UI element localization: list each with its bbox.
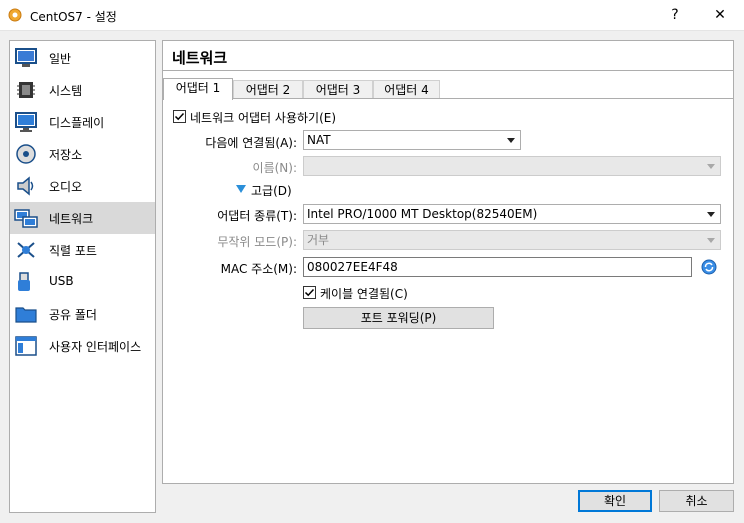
cancel-button[interactable]: 취소 bbox=[659, 490, 734, 512]
sidebar-item-audio[interactable]: 오디오 bbox=[10, 170, 155, 202]
sidebar-item-label: 공유 폴더 bbox=[49, 308, 97, 322]
attached-to-value: NAT bbox=[307, 133, 331, 147]
chevron-down-icon bbox=[707, 164, 715, 169]
window-title: CentOS7 - 설정 bbox=[30, 10, 117, 24]
shared-folder-icon bbox=[15, 307, 37, 323]
chevron-down-icon bbox=[507, 138, 515, 143]
check-icon bbox=[174, 112, 185, 121]
sidebar-item-general[interactable]: 일반 bbox=[10, 42, 155, 74]
name-label: 이름(N): bbox=[252, 161, 297, 175]
sidebar-item-system[interactable]: 시스템 bbox=[10, 74, 155, 106]
sidebar-item-label: USB bbox=[49, 274, 74, 288]
expand-triangle-icon[interactable] bbox=[236, 185, 246, 193]
page-title: 네트워크 bbox=[172, 49, 228, 67]
sidebar-item-usb[interactable]: USB bbox=[10, 266, 155, 298]
promiscuous-mode-value: 거부 bbox=[307, 233, 330, 247]
port-forwarding-button[interactable]: 포트 포워딩(P) bbox=[303, 307, 494, 329]
promiscuous-mode-select[interactable]: 거부 bbox=[303, 230, 721, 250]
sidebar-item-label: 일반 bbox=[49, 52, 72, 66]
adapter-type-value: Intel PRO/1000 MT Desktop(82540EM) bbox=[307, 207, 538, 221]
check-icon bbox=[304, 288, 315, 297]
sidebar-item-label: 시스템 bbox=[49, 84, 83, 98]
network-icon bbox=[14, 209, 38, 228]
enable-adapter-checkbox[interactable] bbox=[173, 110, 186, 123]
system-icon bbox=[17, 82, 35, 98]
tab-adapter-1[interactable]: 어댑터 1 bbox=[163, 78, 233, 100]
close-button[interactable]: ✕ bbox=[705, 4, 735, 26]
refresh-mac-icon[interactable] bbox=[701, 259, 717, 275]
advanced-toggle-label[interactable]: 고급(D) bbox=[251, 182, 292, 199]
gear-icon bbox=[8, 8, 22, 22]
storage-icon bbox=[16, 144, 36, 164]
cable-connected-checkbox[interactable] bbox=[303, 286, 316, 299]
tab-adapter-2[interactable]: 어댑터 2 bbox=[233, 80, 303, 99]
sidebar-item-storage[interactable]: 저장소 bbox=[10, 138, 155, 170]
sidebar-item-label: 네트워크 bbox=[49, 212, 94, 226]
sidebar-item-label: 저장소 bbox=[49, 148, 83, 162]
settings-sidebar: 일반 시스템 디스플레이 저장소 오디오 네트워크 직렬 포트 USB 공유 폴… bbox=[9, 40, 156, 513]
sidebar-item-label: 직렬 포트 bbox=[49, 244, 97, 258]
general-icon bbox=[15, 48, 37, 67]
tab-adapter-4[interactable]: 어댑터 4 bbox=[373, 80, 440, 99]
mac-address-input[interactable]: 080027EE4F48 bbox=[303, 257, 692, 277]
mac-address-value: 080027EE4F48 bbox=[307, 260, 398, 274]
sidebar-item-label: 사용자 인터페이스 bbox=[49, 340, 142, 354]
display-icon bbox=[15, 112, 37, 132]
promiscuous-mode-label: 무작위 모드(P): bbox=[217, 235, 297, 249]
mac-address-label: MAC 주소(M): bbox=[220, 262, 297, 276]
usb-icon bbox=[18, 272, 30, 291]
tab-adapter-3[interactable]: 어댑터 3 bbox=[303, 80, 373, 99]
title-bar: CentOS7 - 설정 ? ✕ bbox=[0, 0, 744, 31]
page-title-box: 네트워크 bbox=[162, 40, 734, 71]
sidebar-item-user-interface[interactable]: 사용자 인터페이스 bbox=[10, 330, 155, 362]
chevron-down-icon bbox=[707, 238, 715, 243]
sidebar-item-label: 디스플레이 bbox=[49, 116, 105, 130]
attached-to-label: 다음에 연결됨(A): bbox=[205, 136, 297, 150]
attached-to-select[interactable]: NAT bbox=[303, 130, 521, 150]
sidebar-item-display[interactable]: 디스플레이 bbox=[10, 106, 155, 138]
enable-adapter-label: 네트워크 어댑터 사용하기(E) bbox=[190, 111, 337, 125]
sidebar-item-network[interactable]: 네트워크 bbox=[10, 202, 155, 234]
help-button[interactable]: ? bbox=[660, 4, 690, 26]
serial-port-icon bbox=[17, 242, 35, 258]
user-interface-icon bbox=[15, 336, 37, 356]
sidebar-item-shared-folder[interactable]: 공유 폴더 bbox=[10, 298, 155, 330]
adapter-type-select[interactable]: Intel PRO/1000 MT Desktop(82540EM) bbox=[303, 204, 721, 224]
chevron-down-icon bbox=[707, 212, 715, 217]
name-select[interactable] bbox=[303, 156, 721, 176]
audio-icon bbox=[17, 176, 34, 196]
cable-connected-label: 케이블 연결됨(C) bbox=[320, 287, 408, 301]
sidebar-item-serial-port[interactable]: 직렬 포트 bbox=[10, 234, 155, 266]
sidebar-item-label: 오디오 bbox=[49, 180, 83, 194]
ok-button[interactable]: 확인 bbox=[578, 490, 652, 512]
adapter-type-label: 어댑터 종류(T): bbox=[217, 209, 297, 223]
